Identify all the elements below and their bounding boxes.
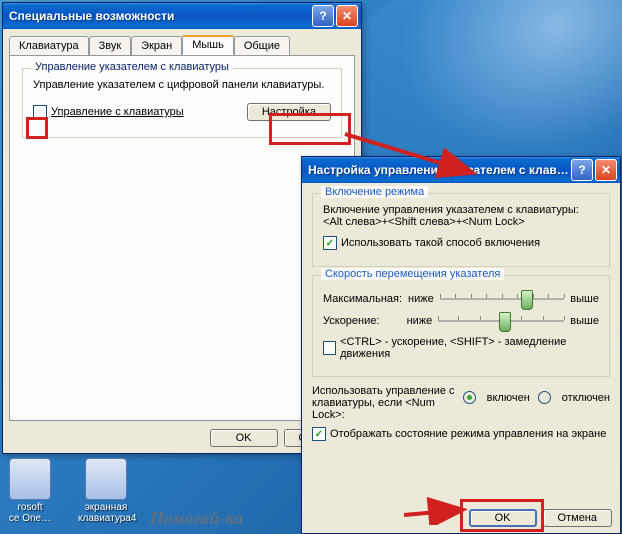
numlock-off-radio[interactable] [538,391,551,404]
titlebar-accessibility[interactable]: Специальные возможности ? ✕ [3,3,361,29]
tab-keyboard[interactable]: Клавиатура [9,36,89,56]
highlight-settings [269,113,351,145]
highlight-checkbox [26,117,48,139]
numlock-off-label: отключен [562,392,610,404]
ctrl-shift-label: <CTRL> - ускорение, <SHIFT> - замедление… [340,336,599,360]
high-label-2: выше [570,315,599,327]
highlight-ok [460,499,544,532]
mousekeys-label: Управление с клавиатуры [51,106,184,118]
max-speed-label: Максимальная: [323,293,402,305]
accel-slider[interactable] [438,312,564,330]
numlock-on-label: включен [487,392,530,404]
title-text-2: Настройка управления указателем с клав… [308,163,569,177]
title-text: Специальные возможности [9,9,310,23]
keyboard-icon [85,458,127,500]
tab-general[interactable]: Общие [234,36,290,56]
desktop-icon-office[interactable]: rosoft ce One… [2,458,58,524]
max-speed-slider[interactable] [440,290,565,308]
titlebar-settings[interactable]: Настройка управления указателем с клав… … [302,157,620,183]
tab-mouse[interactable]: Мышь [182,35,234,55]
desktop-icons: rosoft ce One… экранная клавиатура4 [2,458,134,524]
high-label-1: выше [570,293,599,305]
low-label-2: ниже [407,315,433,327]
tab-sound[interactable]: Звук [89,36,132,56]
low-label-1: ниже [408,293,434,305]
speed-group-title: Скорость перемещения указателя [321,268,504,280]
mousekeys-settings-window: Настройка управления указателем с клав… … [301,156,621,534]
use-shortcut-label: Использовать такой способ включения [341,237,540,249]
watermark: Помогай-ка [150,508,243,529]
show-state-label: Отображать состояние режима управления н… [330,428,606,440]
group-title: Управление указателем с клавиатуры [31,61,233,73]
accel-label: Ускорение: [323,315,401,327]
help-button-2[interactable]: ? [571,159,593,181]
enable-desc2: <Alt слева>+<Shift слева>+<Num Lock> [323,216,599,228]
office-icon [9,458,51,500]
close-button-2[interactable]: ✕ [595,159,617,181]
desktop-icon-label-2: экранная клавиатура4 [78,502,134,524]
desktop-icon-osk[interactable]: экранная клавиатура4 [78,458,134,524]
ok-button-1[interactable]: OK [210,429,278,447]
numlock-label-2: клавиатуры, если <Num Lock>: [312,397,463,421]
speed-group: Скорость перемещения указателя Максималь… [312,275,610,377]
group-desc: Управление указателем с цифровой панели … [33,79,331,91]
ctrl-shift-checkbox[interactable] [323,341,336,355]
numlock-on-radio[interactable] [463,391,476,404]
tab-display[interactable]: Экран [131,36,182,56]
close-button[interactable]: ✕ [336,5,358,27]
enable-group: Включение режима Включение управления ук… [312,193,610,267]
use-shortcut-checkbox[interactable]: ✓ [323,236,337,250]
enable-desc1: Включение управления указателем с клавиа… [323,204,599,216]
tab-strip: Клавиатура Звук Экран Мышь Общие [3,29,361,55]
enable-group-title: Включение режима [321,186,428,198]
cancel-button-2[interactable]: Отмена [543,509,612,527]
show-state-checkbox[interactable]: ✓ [312,427,326,441]
numlock-label-1: Использовать управление с [312,385,463,397]
help-button[interactable]: ? [312,5,334,27]
desktop-icon-label-1: rosoft ce One… [2,502,58,524]
